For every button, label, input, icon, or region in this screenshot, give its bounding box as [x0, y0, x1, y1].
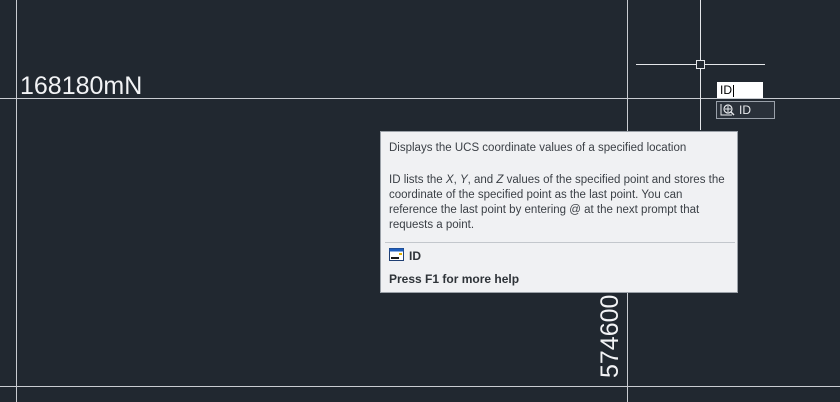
dynamic-command-input[interactable]: ID: [717, 82, 763, 98]
tooltip-italic-x: X: [445, 174, 454, 186]
tooltip-divider: [385, 242, 735, 243]
locate-point-icon: [720, 103, 736, 117]
command-input-text: ID: [720, 83, 732, 97]
command-tooltip: Displays the UCS coordinate values of a …: [380, 131, 738, 293]
easting-label: 574600: [596, 294, 624, 378]
tooltip-text: , and: [467, 174, 497, 186]
tooltip-help-hint: Press F1 for more help: [389, 272, 520, 286]
tooltip-title: Displays the UCS coordinate values of a …: [389, 142, 687, 154]
cursor-pickbox: [696, 60, 705, 69]
tooltip-command: ID: [389, 248, 421, 264]
grid-line-horizontal: [0, 386, 840, 387]
northing-label: 168180mN: [20, 72, 143, 100]
tooltip-description: ID lists the X, Y, and Z values of the s…: [389, 173, 731, 233]
autocomplete-item-label: ID: [739, 103, 751, 117]
tooltip-command-name: ID: [409, 249, 421, 263]
grid-line-vertical: [16, 0, 17, 402]
autocomplete-item-id[interactable]: ID: [716, 101, 775, 119]
tooltip-italic-y: Y: [459, 174, 468, 186]
command-window-icon: [389, 248, 404, 264]
text-caret: [733, 84, 734, 97]
tooltip-text: ID lists the: [389, 174, 446, 186]
